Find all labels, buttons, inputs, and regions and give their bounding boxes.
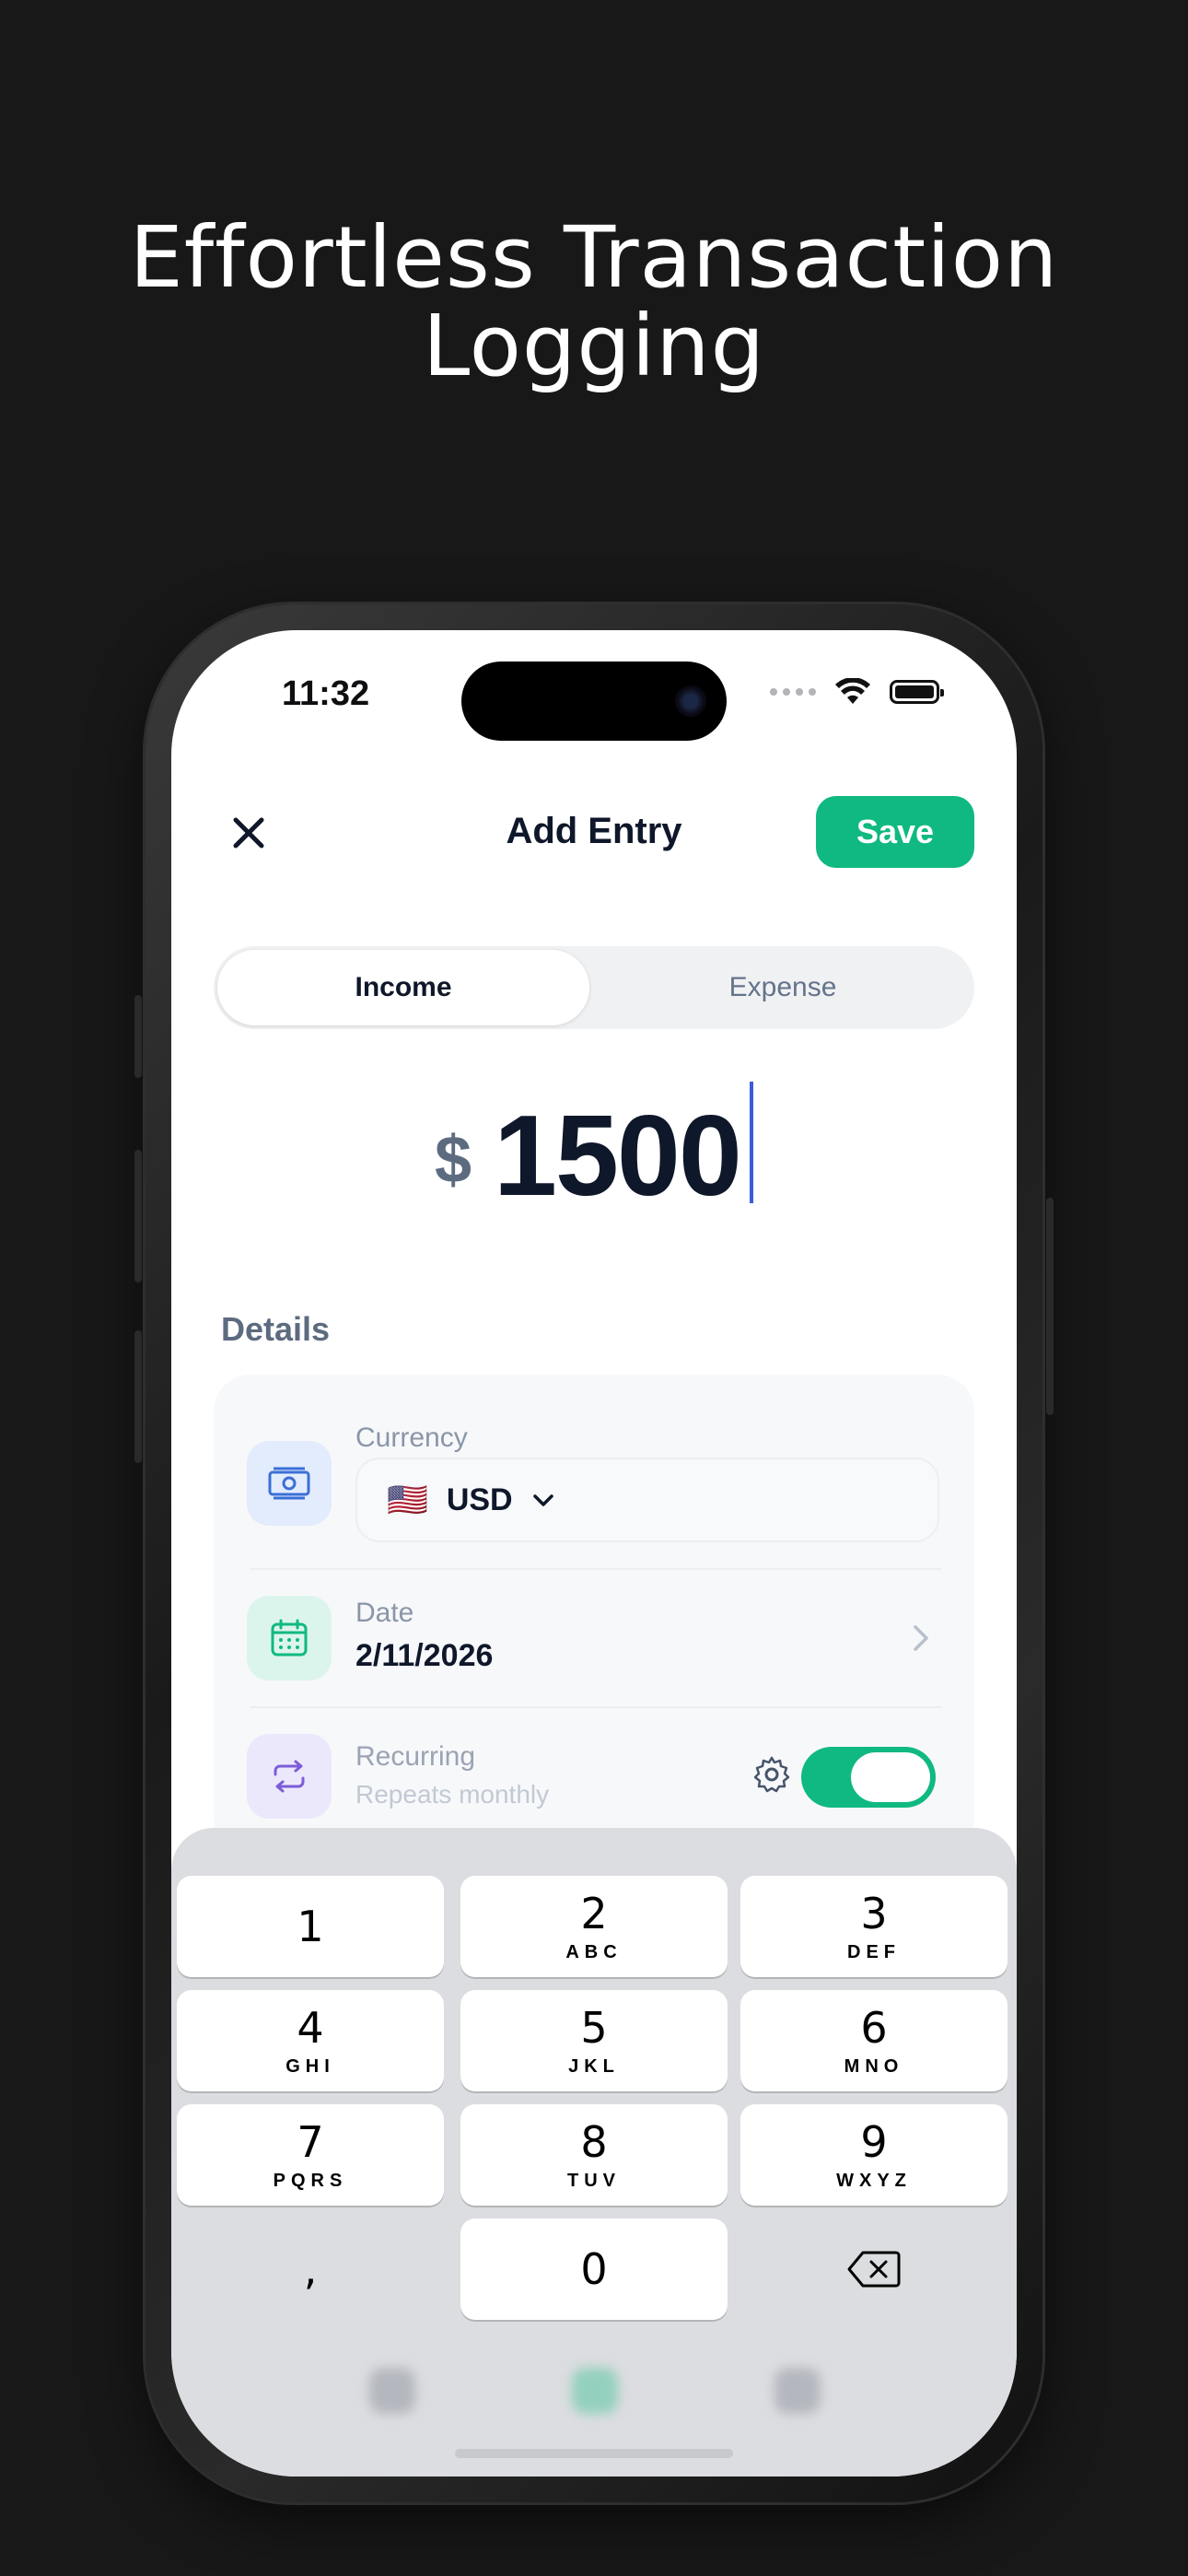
date-label: Date — [355, 1598, 414, 1628]
money-icon — [247, 1441, 332, 1526]
divider — [250, 1568, 941, 1570]
recurring-sublabel: Repeats monthly — [355, 1780, 550, 1809]
currency-label: Currency — [355, 1423, 468, 1453]
details-section-label: Details — [221, 1310, 331, 1348]
backspace-key[interactable] — [740, 2219, 1007, 2320]
us-flag-icon: 🇺🇸 — [387, 1481, 428, 1518]
gear-icon[interactable] — [751, 1754, 792, 1795]
volume-up-button — [134, 1150, 142, 1282]
key-8[interactable]: 8 TUV — [460, 2104, 728, 2206]
save-button[interactable]: Save — [816, 796, 974, 868]
wifi-icon — [835, 678, 870, 704]
entry-type-segmented-control: Income Expense — [214, 946, 974, 1029]
chevron-down-icon — [532, 1494, 553, 1506]
chevron-right-icon[interactable] — [910, 1622, 932, 1655]
recurring-label: Recurring — [355, 1741, 476, 1772]
calendar-icon — [247, 1596, 332, 1680]
key-6[interactable]: 6 MNO — [740, 1990, 1007, 2091]
details-card: Currency 🇺🇸 USD Date 2/11/2026 Recurring… — [214, 1375, 974, 1854]
divider — [250, 1706, 941, 1708]
key-3[interactable]: 3 DEF — [740, 1876, 1007, 1977]
currency-code: USD — [446, 1481, 513, 1517]
key-1[interactable]: 1 — [177, 1876, 444, 1977]
currency-dropdown[interactable]: 🇺🇸 USD — [355, 1458, 939, 1542]
amount-input[interactable]: $ 1500 — [171, 1082, 1017, 1220]
key-7[interactable]: 7 PQRS — [177, 2104, 444, 2206]
recurring-toggle[interactable] — [801, 1747, 936, 1808]
status-icons — [770, 678, 944, 706]
headline-line-1: Effortless Transaction — [129, 208, 1059, 307]
nav-bar: Add Entry Save — [171, 796, 1017, 870]
battery-icon — [890, 680, 944, 704]
volume-down-button — [134, 1330, 142, 1463]
key-9[interactable]: 9 WXYZ — [740, 2104, 1007, 2206]
key-2[interactable]: 2 ABC — [460, 1876, 728, 1977]
key-5[interactable]: 5 JKL — [460, 1990, 728, 2091]
backspace-icon — [847, 2251, 901, 2288]
blurred-tab-bar — [291, 2340, 899, 2441]
status-time: 11:32 — [282, 674, 370, 713]
signal-icon — [770, 688, 816, 696]
key-0[interactable]: 0 — [460, 2219, 728, 2320]
action-button — [134, 995, 142, 1078]
text-caret — [750, 1082, 753, 1203]
key-4[interactable]: 4 GHI — [177, 1990, 444, 2091]
tab-expense[interactable]: Expense — [595, 950, 971, 1025]
marketing-headline: Effortless Transaction Logging — [0, 214, 1188, 391]
date-value[interactable]: 2/11/2026 — [355, 1638, 493, 1674]
home-indicator — [455, 2449, 733, 2458]
dynamic-island — [461, 662, 727, 741]
camera-icon — [675, 685, 706, 717]
amount-currency-symbol: $ — [435, 1123, 472, 1197]
key-decimal-comma[interactable]: , — [177, 2219, 444, 2320]
amount-value: 1500 — [494, 1093, 742, 1220]
numeric-keypad: 1 2 ABC 3 DEF 4 GHI 5 JKL 6 MNO 7 PQRS 8… — [171, 1828, 1017, 2476]
repeat-icon — [247, 1734, 332, 1819]
tab-income[interactable]: Income — [217, 950, 589, 1025]
phone-screen: 11:32 Add Entry Save Income Expense $ 15… — [171, 630, 1017, 2476]
headline-line-2: Logging — [423, 297, 765, 395]
power-button — [1046, 1198, 1054, 1415]
